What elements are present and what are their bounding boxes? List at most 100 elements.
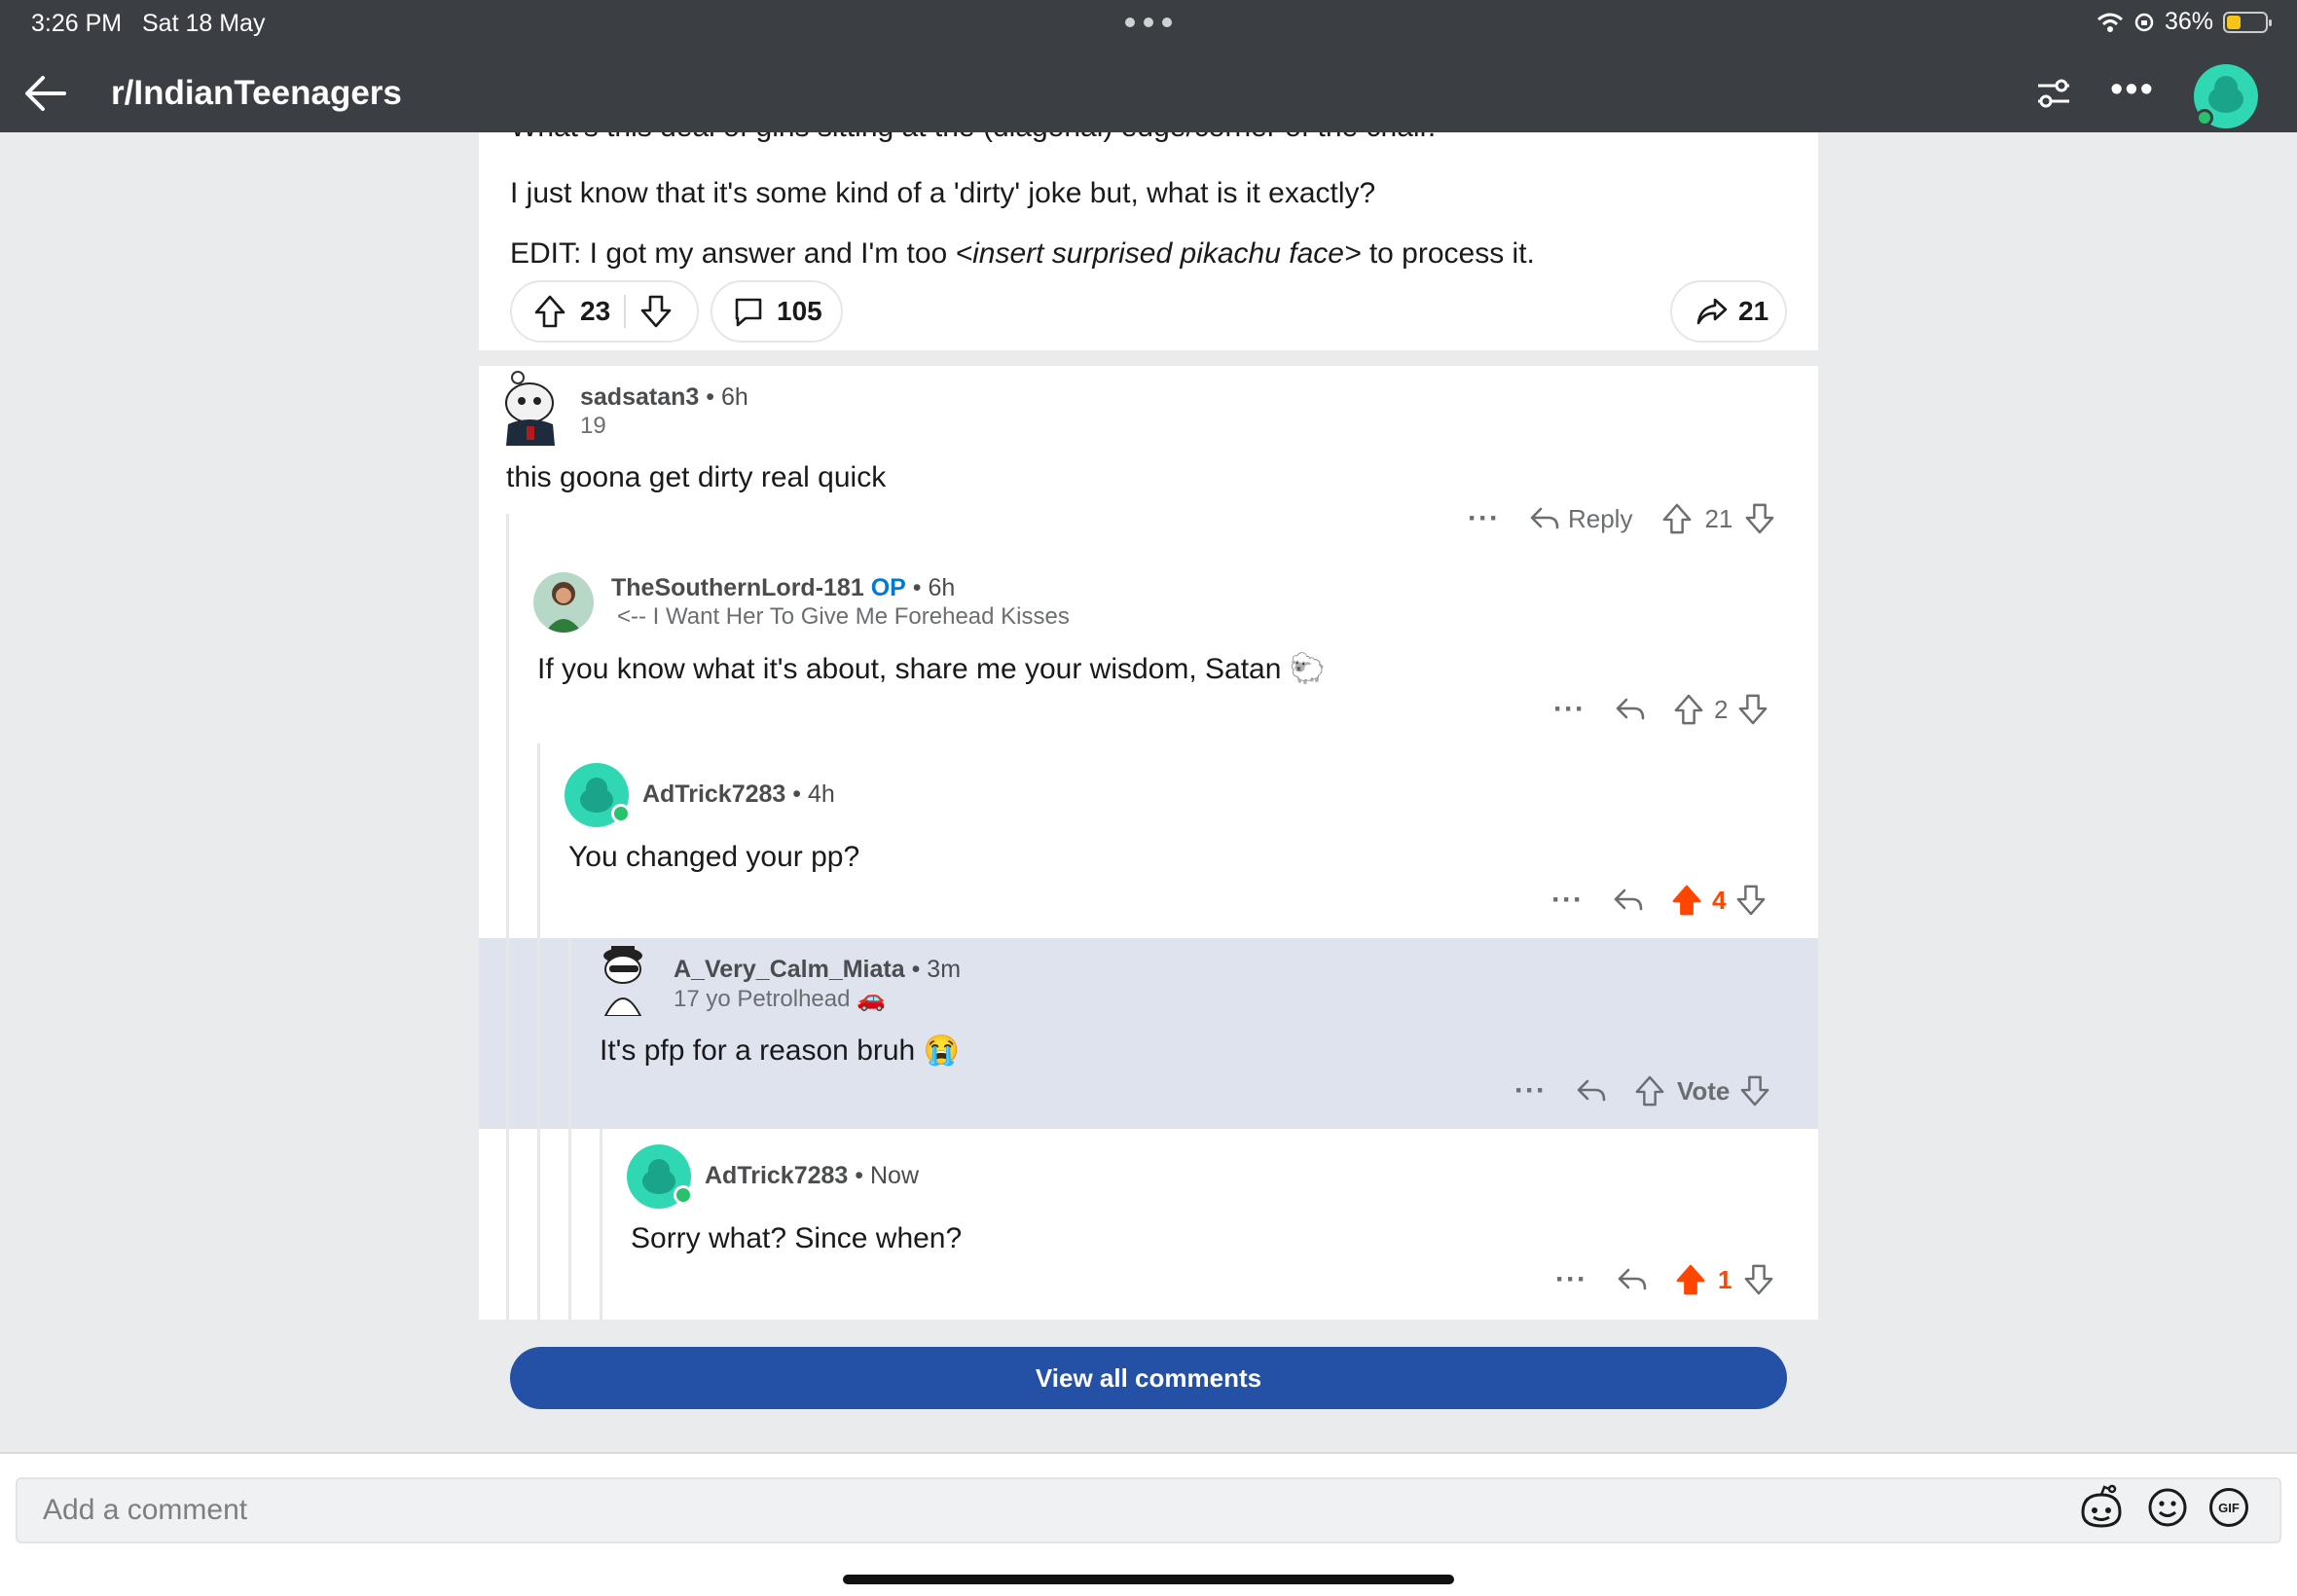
- nav-bar: r/IndianTeenagers •••: [0, 54, 2297, 132]
- subreddit-title[interactable]: r/IndianTeenagers: [111, 74, 402, 113]
- more-options-icon[interactable]: •••: [2110, 71, 2155, 108]
- comment-actions: ··· 4: [1551, 884, 1767, 917]
- reply-icon[interactable]: [1576, 1077, 1607, 1105]
- status-date: Sat 18 May: [142, 10, 266, 37]
- vote-label: Vote: [1676, 1075, 1731, 1106]
- upvoted-icon[interactable]: [1671, 884, 1702, 917]
- more-options-icon[interactable]: ···: [1553, 693, 1586, 726]
- home-indicator: [843, 1575, 1454, 1584]
- comment-actions: ··· Reply 21: [1468, 502, 1775, 535]
- avatar[interactable]: [565, 763, 631, 827]
- comment-meta: AdTrick7283 • 4h: [642, 780, 835, 808]
- downvote-icon[interactable]: [1739, 1074, 1770, 1107]
- thread-line: [506, 514, 509, 1320]
- thread-line: [568, 940, 571, 1320]
- more-options-icon[interactable]: ···: [1551, 884, 1584, 917]
- app-header: 3:26 PM Sat 18 May 36% r/IndianTeenagers…: [0, 0, 2297, 132]
- more-options-icon[interactable]: ···: [1555, 1263, 1587, 1296]
- online-indicator: [2196, 109, 2213, 127]
- composer-icons: GIF: [2077, 1483, 2248, 1532]
- multitask-dots-icon[interactable]: [1125, 18, 1172, 27]
- downvote-icon[interactable]: [1744, 502, 1775, 535]
- comment-username[interactable]: AdTrick7283: [642, 780, 785, 808]
- user-flair: <-- I Want Her To Give Me Forehead Kisse…: [617, 603, 1070, 630]
- battery-icon: [2223, 11, 2272, 33]
- comment-username[interactable]: sadsatan3: [580, 383, 699, 411]
- post-edit-prefix: EDIT: I got my answer and I'm too: [510, 237, 956, 270]
- emoji-icon[interactable]: [2147, 1487, 2188, 1528]
- comment-bubble-icon: [735, 298, 762, 327]
- more-options-icon[interactable]: ···: [1514, 1074, 1547, 1107]
- share-button[interactable]: 21: [1670, 280, 1787, 343]
- comment-time: Now: [869, 1162, 919, 1189]
- wifi-icon: [2096, 13, 2123, 32]
- post-card: What's this deal of girls sitting at the…: [479, 132, 1818, 350]
- comments-button[interactable]: 105: [711, 280, 843, 343]
- comment-meta: sadsatan3 • 6h: [580, 383, 748, 411]
- comment-score: 21: [1704, 503, 1733, 533]
- online-indicator: [611, 804, 631, 823]
- avatar[interactable]: [627, 1144, 693, 1209]
- back-arrow-icon[interactable]: [21, 68, 72, 119]
- reply-label: Reply: [1567, 503, 1633, 533]
- avatar[interactable]: [590, 940, 658, 1016]
- avatar[interactable]: [500, 370, 561, 446]
- gif-icon[interactable]: GIF: [2209, 1488, 2248, 1527]
- comment-meta: TheSouthernLord-181 OP • 6h: [611, 574, 956, 601]
- upvote-icon[interactable]: [533, 294, 566, 329]
- comment-body: this goona get dirty real quick: [506, 461, 887, 493]
- downvote-icon[interactable]: [1735, 884, 1767, 917]
- vote-pill: 23: [510, 280, 699, 343]
- post-body-line-1: I just know that it's some kind of a 'di…: [510, 177, 1376, 209]
- post-edit-suffix: to process it.: [1361, 237, 1535, 270]
- comment-composer: Add a comment GIF: [0, 1452, 2297, 1596]
- more-options-icon[interactable]: ···: [1468, 502, 1500, 535]
- share-icon: [1696, 298, 1728, 325]
- upvote-icon[interactable]: [1634, 1074, 1665, 1107]
- comment-actions: ··· Vote: [1514, 1074, 1770, 1107]
- upvoted-icon[interactable]: [1675, 1263, 1706, 1296]
- post-share-count: 21: [1738, 296, 1769, 326]
- post-edit-italic: <insert surprised pikachu face>: [955, 237, 1362, 270]
- status-indicators: 36%: [2096, 8, 2272, 36]
- comment-meta: A_Very_Calm_Miata • 3m: [674, 956, 962, 983]
- view-all-comments-button[interactable]: View all comments: [510, 1347, 1787, 1409]
- downvote-icon[interactable]: [1743, 1263, 1774, 1296]
- user-avatar[interactable]: [2194, 64, 2258, 128]
- upvote-icon[interactable]: [1661, 502, 1693, 535]
- gif-label: GIF: [2218, 1500, 2240, 1515]
- comment-actions: ··· 1: [1555, 1263, 1774, 1296]
- downvote-icon[interactable]: [1737, 693, 1768, 726]
- thread-line: [600, 1129, 602, 1320]
- post-body-line-2: EDIT: I got my answer and I'm too <inser…: [510, 237, 1535, 271]
- online-indicator: [674, 1185, 693, 1205]
- comment-body: It's pfp for a reason bruh 😭: [600, 1034, 960, 1067]
- user-flair: 17 yo Petrolhead 🚗: [674, 986, 887, 1012]
- upvote-icon[interactable]: [1673, 693, 1704, 726]
- snoo-emoji-icon[interactable]: [2077, 1483, 2126, 1532]
- reply-icon[interactable]: [1617, 1266, 1648, 1293]
- comment-body: You changed your pp?: [568, 841, 860, 873]
- comment-score: 4: [1711, 885, 1727, 915]
- reply-icon[interactable]: [1615, 696, 1646, 723]
- user-flair: 19: [580, 413, 606, 439]
- status-bar: 3:26 PM Sat 18 May 36%: [0, 0, 2297, 47]
- avatar[interactable]: [533, 572, 594, 633]
- comments-section: sadsatan3 • 6h 19 this goona get dirty r…: [479, 366, 1818, 1320]
- comment-meta: AdTrick7283 • Now: [705, 1162, 919, 1189]
- thread-line: [537, 744, 540, 1320]
- comment-username[interactable]: A_Very_Calm_Miata: [674, 956, 905, 983]
- comment-username[interactable]: TheSouthernLord-181: [611, 574, 864, 601]
- reply-button[interactable]: Reply: [1529, 504, 1632, 534]
- snoo-avatar-icon: [603, 946, 642, 1016]
- add-comment-input[interactable]: Add a comment: [16, 1477, 2281, 1543]
- status-time: 3:26 PM: [31, 10, 123, 37]
- comment-time: 6h: [928, 574, 956, 601]
- downvote-icon[interactable]: [639, 294, 673, 329]
- op-badge: OP: [870, 574, 906, 601]
- comment-body: Sorry what? Since when?: [631, 1222, 963, 1254]
- comment-username[interactable]: AdTrick7283: [705, 1162, 848, 1189]
- reply-icon[interactable]: [1613, 887, 1644, 914]
- filter-icon[interactable]: [2034, 76, 2073, 111]
- comment-score: 1: [1717, 1264, 1732, 1294]
